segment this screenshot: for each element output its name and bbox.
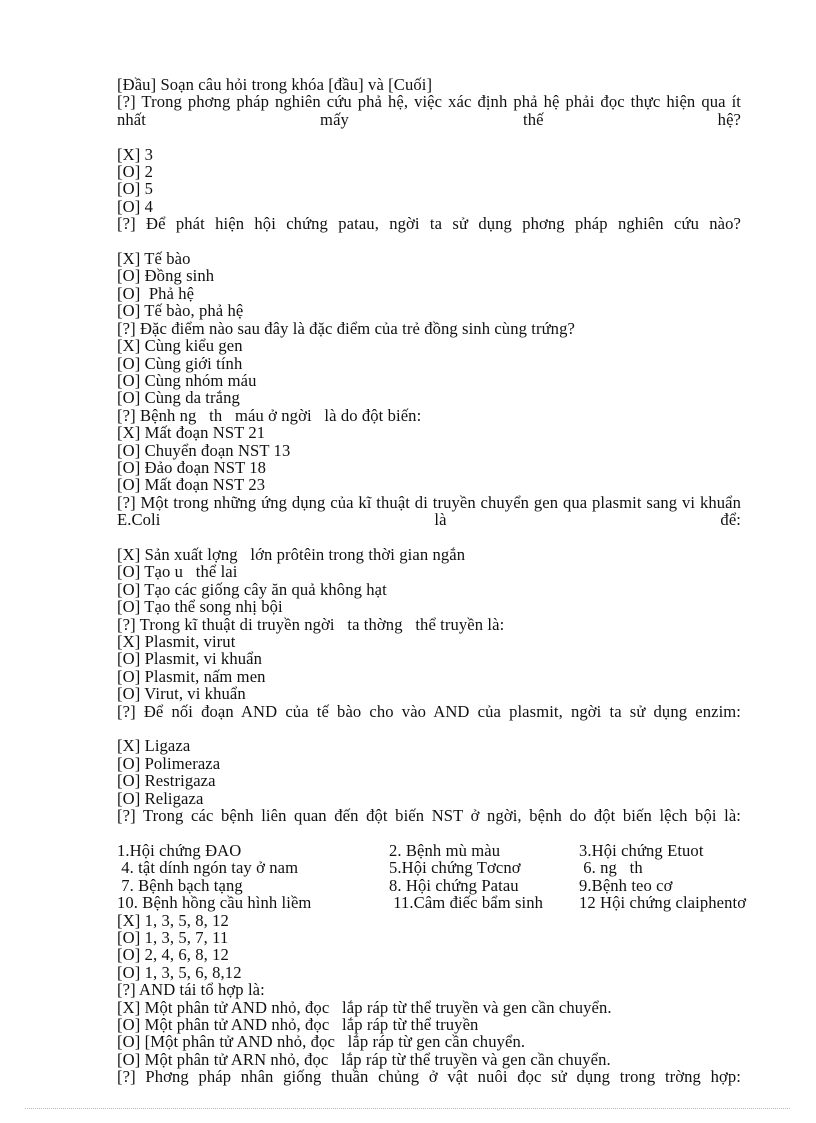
answer-option-line: [O] Cùng da trắng [117,388,240,408]
answer-option-line: [O] Chuyển đoạn NST 13 [117,440,291,460]
answer-option-line: [O] 2, 4, 6, 8, 12 [117,945,229,965]
disease-option-item: 2. Bệnh mù màu [389,840,501,860]
answer-option-line: [X] 3 [117,144,153,164]
answer-option-line: [X] Tế bào [117,249,191,269]
question-line: [?] Phơng pháp nhân giống thuần chủng ở … [117,1067,741,1087]
question-blocks-container: [?] Trong phơng pháp nghiên cứu phả hệ, … [117,92,746,1103]
answer-option-line: [O] Đảo đoạn NST 18 [117,457,267,477]
answer-option-line: [O] Một phân tử ARN nhỏ, đọc lắp ráp từ … [117,1049,611,1069]
disease-option-row: 1.Hội chứng ĐAO 2. Bệnh mù màu 3.Hội chứng… [117,840,741,860]
answer-option-line: [O] Polimeraza [117,753,221,773]
answer-option-line: [O] Cùng giới tính [117,353,243,373]
disease-option-grid: 1.Hội chứng ĐAO 2. Bệnh mù màu 3.Hội chứng… [117,840,746,913]
answer-option-line: [X] Sản xuất lợng lớn prôtêin trong thời… [117,544,466,564]
answer-option-line: [O] Tế bào, phả hệ [117,301,244,321]
answer-option-line: [X] Cùng kiểu gen [117,336,243,356]
answer-option-line: [O] Cùng nhóm máu [117,370,257,390]
question-line: [?] Một trong những ứng dụng của kĩ thuậ… [117,492,741,530]
answer-option-line: [O] Đồng sinh [117,266,215,286]
disease-option-item: 9.Bệnh teo cơ [579,875,673,895]
answer-option-line: [O] Restrigaza [117,771,216,791]
answer-option-line: [O] 4 [117,196,153,216]
disease-option-item: 8. Hội chứng Patau [389,875,519,895]
disease-option-item: 4. tật dính ngón tay ở nam [117,858,299,878]
disease-option-item: 10. Bệnh hồng cầu hình liềm [117,893,312,913]
answer-option-line: [O] Tạo thể song nhị bội [117,597,283,617]
question-line: [?] Bệnh ng th máu ở ngời là do đột biến… [117,405,422,425]
question-line: [?] Trong kĩ thuật di truyền ngời ta thờ… [117,614,505,634]
question-line: [?] Để nối đoạn AND của tế bào cho vào A… [117,701,741,721]
disease-option-item: 5.Hội chứng Tơcnơ [389,858,521,878]
answer-option-line: [O] 5 [117,179,153,199]
question-line: [?] Trong các bệnh liên quan đến đột biế… [117,806,741,826]
question-line: [?] Để phát hiện hội chứng patau, ngời t… [117,214,741,234]
question-line: [?] Đặc điểm nào sau đây là đặc điểm của… [117,318,575,338]
disease-option-row: 10. Bệnh hồng cầu hình liềm 11.Câm điếc … [117,893,746,913]
answer-option-line: [O] Phả hệ [117,283,195,303]
answer-option-line: [O] Virut, vi khuẩn [117,684,246,704]
answer-option-line: [O] 1, 3, 5, 6, 8,12 [117,962,242,982]
answer-option-line: [X] Ligaza [117,736,191,756]
answer-option-line: [O] Plasmit, vi khuẩn [117,649,262,669]
answer-option-line: [O] Tạo các giống cây ăn quả không hạt [117,579,387,599]
answer-option-line: [O] 2 [117,162,153,182]
disease-option-item: 7. Bệnh bạch tạng [117,875,243,895]
answer-option-line: [X] Mất đoạn NST 21 [117,423,266,443]
disease-option-item: 12 Hội chứng claiphentơ [579,893,747,913]
disease-option-row: 4. tật dính ngón tay ở nam 5.Hội chứng Tơ… [117,858,741,878]
disease-option-item: 1.Hội chứng ĐAO [117,840,242,860]
question-line: [?] AND tái tổ hợp là: [117,980,265,1000]
answer-option-line: [X] Một phân tử AND nhỏ, đọc lắp ráp từ … [117,997,612,1017]
document-page: [Đầu] Soạn câu hỏi trong khóa [đầu] và [… [0,0,816,1123]
answer-option-line: [O] [Một phân tử AND nhỏ, đọc lắp ráp từ… [117,1032,526,1052]
document-text-body: [Đầu] Soạn câu hỏi trong khóa [đầu] và [… [117,75,746,1103]
footer-divider [25,1108,790,1110]
answer-option-line: [O] Mất đoạn NST 23 [117,475,266,495]
disease-option-item: 11.Câm điếc bẩm sinh [389,893,544,913]
answer-option-line: [O] Religaza [117,788,204,808]
answer-option-line: [O] Tạo u thể lai [117,562,238,582]
document-header-line: [Đầu] Soạn câu hỏi trong khóa [đầu] và [… [117,75,433,94]
answer-option-line: [X] 1, 3, 5, 8, 12 [117,910,229,930]
answer-option-line: [O] 1, 3, 5, 7, 11 [117,927,229,947]
answer-option-line: [O] Plasmit, nấm men [117,666,266,686]
disease-option-item: 6. ng th [579,858,643,878]
question-line: [?] Trong phơng pháp nghiên cứu phả hệ, … [117,92,741,129]
answer-option-line: [O] Một phân tử AND nhỏ, đọc lắp ráp từ … [117,1014,479,1034]
disease-option-item: 3.Hội chứng Etuot [579,840,704,860]
disease-option-row: 7. Bệnh bạch tạng 8. Hội chứng Patau 9.Bện… [117,875,741,895]
answer-option-line: [X] Plasmit, virut [117,632,236,651]
